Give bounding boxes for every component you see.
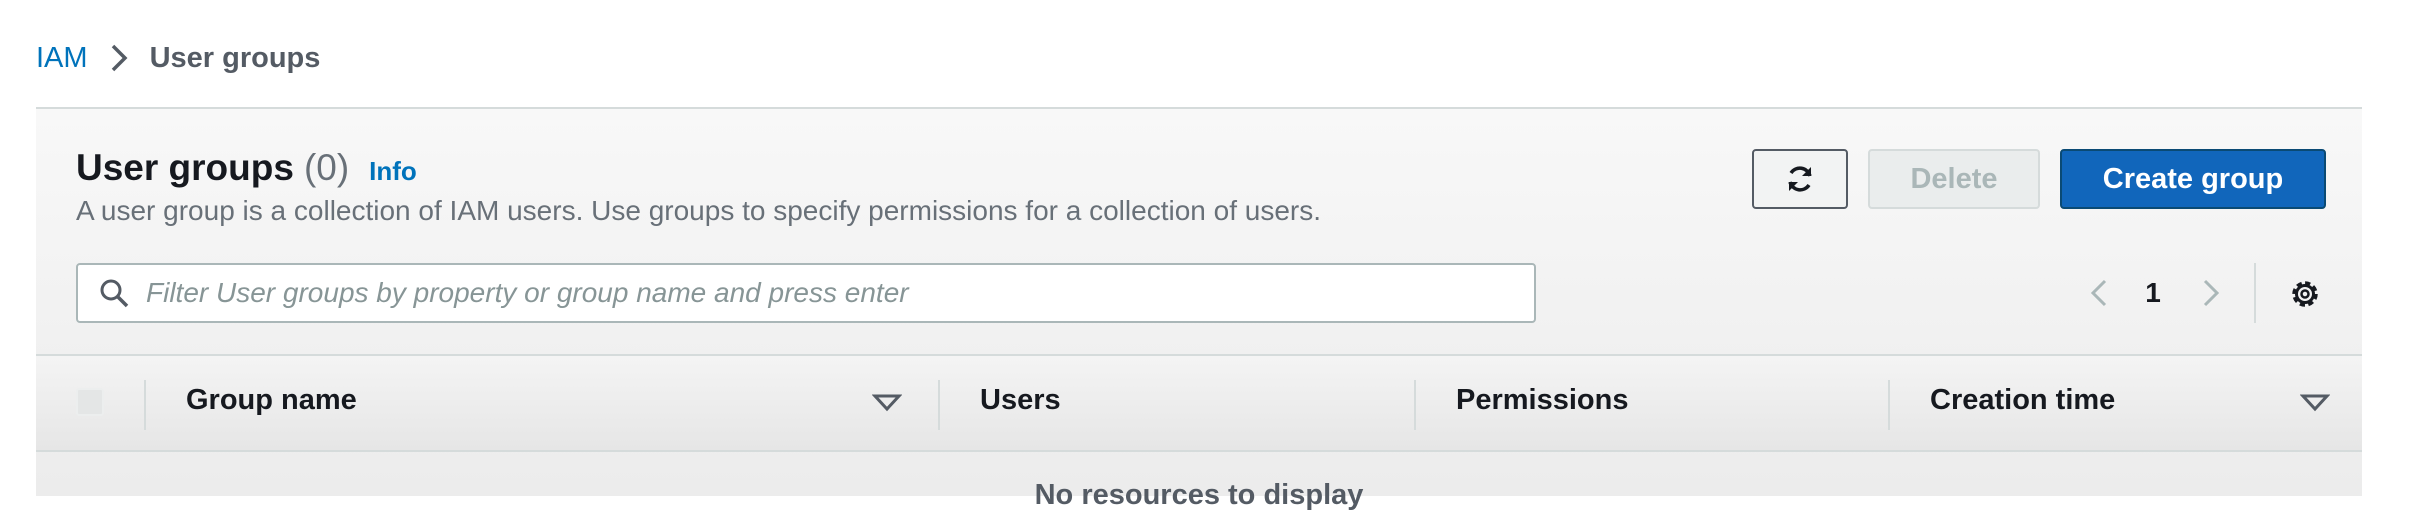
column-header-permissions[interactable]: Permissions bbox=[1456, 384, 1628, 417]
column-header-creation-time[interactable]: Creation time bbox=[1930, 384, 2115, 417]
sort-caret-icon[interactable] bbox=[2300, 392, 2330, 414]
page-description: A user group is a collection of IAM user… bbox=[76, 195, 1322, 226]
column-header-group-name[interactable]: Group name bbox=[186, 384, 357, 417]
delete-button[interactable]: Delete bbox=[1868, 149, 2040, 209]
chevron-right-icon bbox=[110, 43, 128, 73]
column-divider bbox=[938, 380, 940, 430]
next-page-icon[interactable] bbox=[2192, 275, 2228, 311]
refresh-icon bbox=[1784, 163, 1816, 195]
breadcrumb-iam-link[interactable]: IAM bbox=[36, 42, 88, 75]
group-count: (0) bbox=[303, 147, 350, 188]
previous-page-icon[interactable] bbox=[2082, 275, 2118, 311]
page-title: User groups (0) Info bbox=[76, 147, 417, 193]
breadcrumb: IAM User groups bbox=[36, 38, 320, 78]
info-link[interactable]: Info bbox=[369, 156, 417, 187]
column-header-users[interactable]: Users bbox=[980, 384, 1061, 417]
column-divider bbox=[1888, 380, 1890, 430]
current-page-number[interactable]: 1 bbox=[2136, 275, 2170, 311]
select-all-checkbox[interactable] bbox=[76, 388, 104, 416]
filter-box[interactable] bbox=[76, 263, 1536, 323]
column-divider bbox=[144, 380, 146, 430]
search-icon bbox=[98, 277, 130, 309]
filter-input[interactable] bbox=[146, 277, 1526, 309]
create-group-button[interactable]: Create group bbox=[2060, 149, 2326, 209]
breadcrumb-current: User groups bbox=[149, 41, 321, 74]
table-header: Group name Users Permissions Creation ti… bbox=[36, 354, 2362, 452]
pagination-divider bbox=[2254, 263, 2256, 323]
settings-gear-icon[interactable] bbox=[2286, 275, 2324, 313]
column-divider bbox=[1414, 380, 1416, 430]
page-title-text: User groups bbox=[76, 147, 294, 188]
refresh-button[interactable] bbox=[1752, 149, 1848, 209]
user-groups-panel: User groups (0) Info A user group is a c… bbox=[36, 107, 2362, 511]
sort-caret-icon[interactable] bbox=[872, 392, 902, 414]
